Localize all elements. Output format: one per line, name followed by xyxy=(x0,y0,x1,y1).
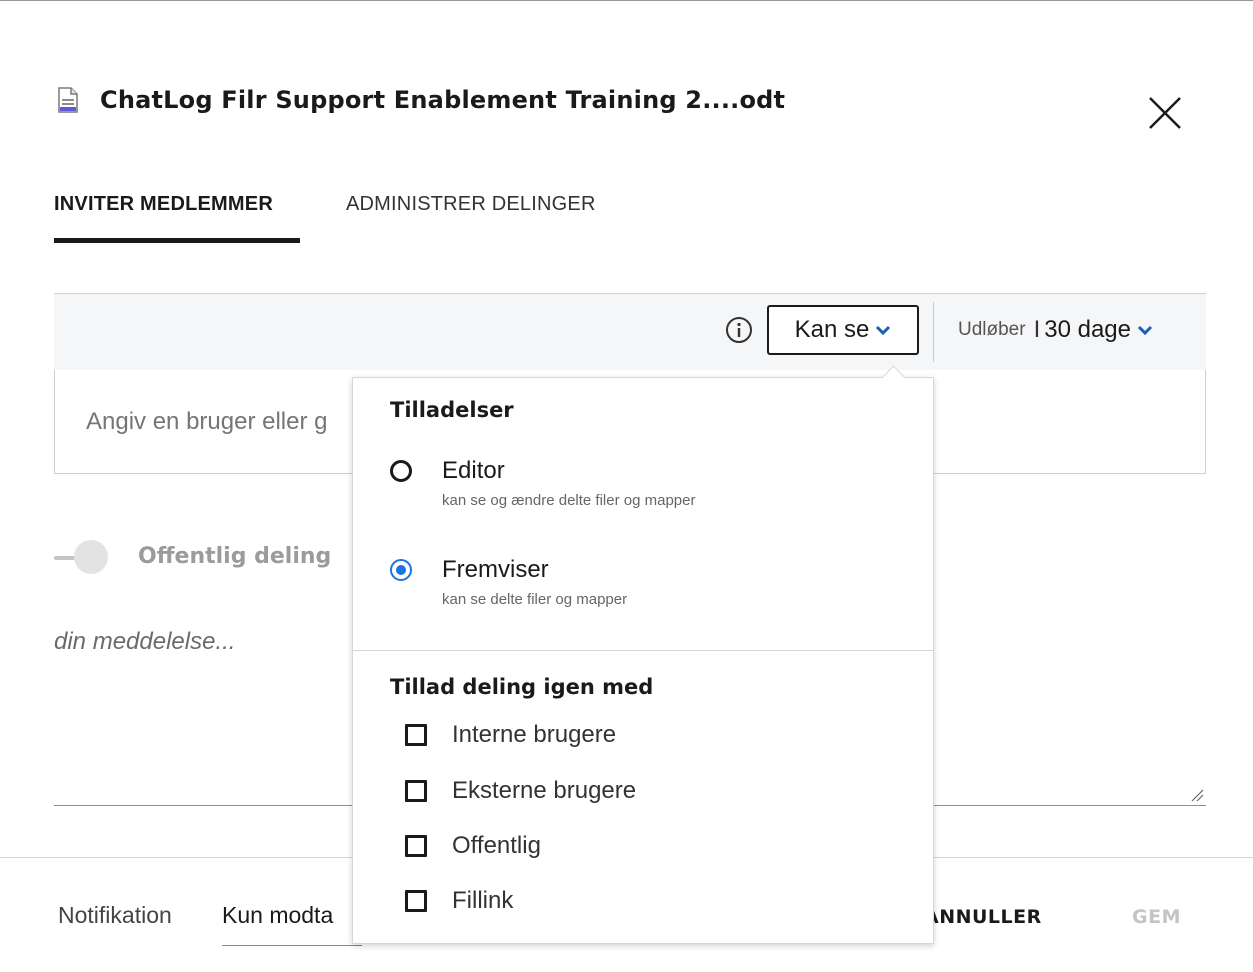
permission-option-editor[interactable]: Editor kan se og ændre delte filer og ma… xyxy=(390,456,695,509)
checkbox-icon xyxy=(405,724,427,746)
radio-unchecked-icon xyxy=(390,460,412,482)
expiry-label: Udløber xyxy=(958,319,1026,340)
notification-select[interactable]: Kun modta xyxy=(222,902,333,929)
document-icon xyxy=(58,87,78,113)
tab-manage-shares[interactable]: ADMINISTRER DELINGER xyxy=(346,193,596,216)
access-level-dropdown[interactable]: Kan se xyxy=(767,305,919,355)
reshare-heading: Tillad deling igen med xyxy=(390,675,654,699)
option-description: kan se delte filer og mapper xyxy=(442,591,628,608)
notification-label: Notifikation xyxy=(58,902,172,928)
dialog-header: ChatLog Filr Support Enablement Training… xyxy=(58,80,785,120)
checkbox-label: Fillink xyxy=(452,887,514,914)
public-share-label: Offentlig deling xyxy=(138,544,332,569)
expiry-separator: I xyxy=(1033,316,1041,343)
option-description: kan se og ændre delte filer og mapper xyxy=(442,492,696,509)
option-label: Editor xyxy=(442,457,505,484)
checkbox-label: Offentlig xyxy=(452,832,541,859)
expiry-dropdown[interactable]: Udløber I 30 dage xyxy=(958,316,1153,344)
message-input[interactable]: din meddelelse... xyxy=(54,628,235,656)
info-icon[interactable] xyxy=(725,316,753,344)
dialog-title: ChatLog Filr Support Enablement Training… xyxy=(100,86,786,114)
permissions-heading: Tilladelser xyxy=(390,398,514,422)
tab-invite-members[interactable]: INVITER MEDLEMMER xyxy=(54,193,273,216)
close-icon[interactable] xyxy=(1146,94,1184,132)
option-label: Fremviser xyxy=(442,556,549,583)
radio-checked-icon xyxy=(390,559,412,581)
chevron-down-icon xyxy=(876,325,891,335)
public-share-toggle[interactable] xyxy=(54,540,110,576)
notification-underline xyxy=(222,945,362,946)
reshare-internal-checkbox[interactable]: Interne brugere xyxy=(405,721,616,749)
checkbox-icon xyxy=(405,835,427,857)
cancel-button[interactable]: ANNULLER xyxy=(924,906,1042,928)
access-level-value: Kan se xyxy=(794,316,870,343)
permission-option-viewer[interactable]: Fremviser kan se delte filer og mapper xyxy=(390,555,627,608)
reshare-filelink-checkbox[interactable]: Fillink xyxy=(405,887,513,915)
bar-divider xyxy=(933,302,934,362)
dropdown-divider xyxy=(353,650,933,651)
expiry-value: 30 dage xyxy=(1044,316,1132,343)
user-search-input[interactable] xyxy=(86,408,356,436)
reshare-public-checkbox[interactable]: Offentlig xyxy=(405,832,541,860)
checkbox-icon xyxy=(405,890,427,912)
toggle-knob xyxy=(74,540,108,574)
save-button[interactable]: GEM xyxy=(1132,906,1181,928)
checkbox-icon xyxy=(405,780,427,802)
chevron-down-icon xyxy=(1137,325,1153,335)
active-tab-indicator xyxy=(54,238,300,243)
checkbox-label: Interne brugere xyxy=(452,721,617,748)
top-border xyxy=(0,0,1253,1)
resize-grip-icon[interactable] xyxy=(1190,788,1204,802)
reshare-external-checkbox[interactable]: Eksterne brugere xyxy=(405,777,636,805)
checkbox-label: Eksterne brugere xyxy=(452,777,637,804)
